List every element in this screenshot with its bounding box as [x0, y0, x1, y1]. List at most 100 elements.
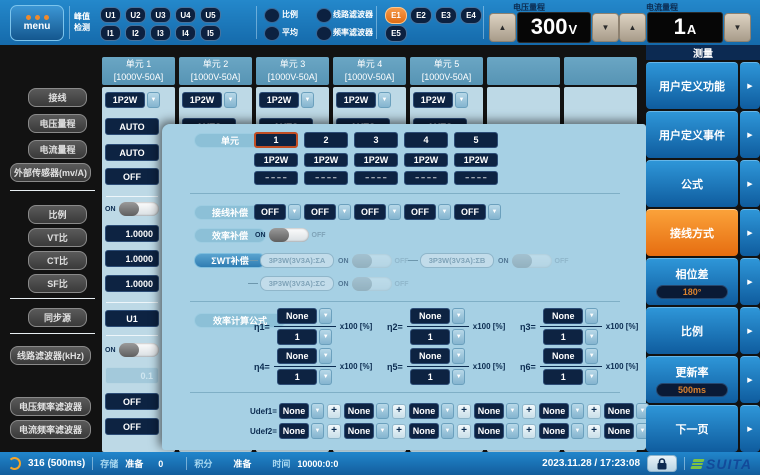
dialog-dash-4[interactable]: – – – – [404, 171, 448, 185]
unit1-wiring-dropdown[interactable]: 1P2W ▼ [105, 92, 160, 108]
dialog-wiring-2[interactable]: 1P2W [304, 153, 348, 167]
left-menu-sf-ratio[interactable]: SF比 [28, 274, 87, 293]
eta5-denominator-dropdown[interactable]: 1▼ [410, 369, 465, 385]
arrow-right-icon[interactable]: ▶ [740, 111, 760, 158]
dialog-dash-1[interactable]: – – – – [254, 171, 298, 185]
dialog-wiring-4[interactable]: 1P2W [404, 153, 448, 167]
menu-button[interactable]: menu [10, 5, 64, 41]
arrow-right-icon[interactable]: ▶ [740, 356, 760, 403]
udef1-dropdown-6[interactable]: None▼ [604, 403, 649, 419]
plus-button[interactable]: + [392, 424, 406, 439]
plus-button[interactable]: + [587, 424, 601, 439]
plus-button[interactable]: + [587, 404, 601, 419]
unit1-sync-source[interactable]: U1 [105, 310, 159, 327]
plus-button[interactable]: + [522, 404, 536, 419]
left-menu-wiring[interactable]: 接线 [28, 88, 87, 107]
toggle-switch[interactable] [119, 343, 159, 357]
right-menu-update-rate[interactable]: 更新率 500ms [646, 356, 738, 403]
unit1-ext-sensor[interactable]: OFF [105, 168, 159, 185]
arrow-right-icon[interactable]: ▶ [740, 405, 760, 452]
unit3-wiring-dropdown[interactable]: 1P2W ▼ [259, 92, 314, 108]
left-menu-scaling[interactable]: 比例 [28, 205, 87, 224]
left-menu-i-freq-filter[interactable]: 电流频率滤波器 [10, 420, 91, 439]
wiring-comp-dropdown-3[interactable]: OFF▼ [354, 204, 401, 220]
dialog-wiring-1[interactable]: 1P2W [254, 153, 298, 167]
right-menu-next-page[interactable]: 下一页 [646, 405, 738, 452]
eta2-numerator-dropdown[interactable]: None▼ [410, 308, 465, 324]
dialog-unit-4-button[interactable]: 4 [404, 132, 448, 148]
unit1-voltage-range[interactable]: AUTO [105, 118, 159, 135]
eta1-numerator-dropdown[interactable]: None▼ [277, 308, 332, 324]
voltage-range-down-button[interactable]: ▼ [592, 13, 619, 42]
current-range-down-button[interactable]: ▼ [724, 13, 751, 42]
right-menu-scaling[interactable]: 比例 [646, 307, 738, 354]
dialog-unit-5-button[interactable]: 5 [454, 132, 498, 148]
arrow-right-icon[interactable]: ▶ [740, 160, 760, 207]
eta4-numerator-dropdown[interactable]: None▼ [277, 348, 332, 364]
arrow-right-icon[interactable]: ▶ [740, 258, 760, 305]
right-menu-wiring-mode[interactable]: 接线方式 [646, 209, 738, 256]
udef1-dropdown-4[interactable]: None▼ [474, 403, 519, 419]
left-menu-ct-ratio[interactable]: CT比 [28, 251, 87, 270]
unit1-ct-ratio[interactable]: 1.0000 [105, 250, 159, 267]
toggle-switch[interactable] [119, 202, 159, 216]
udef2-dropdown-3[interactable]: None▼ [409, 423, 454, 439]
unit1-vt-ratio[interactable]: 1.0000 [105, 225, 159, 242]
arrow-right-icon[interactable]: ▶ [740, 209, 760, 256]
toggle-switch[interactable] [269, 228, 309, 242]
left-menu-u-freq-filter[interactable]: 电压频率滤波器 [10, 397, 91, 416]
udef1-dropdown-3[interactable]: None▼ [409, 403, 454, 419]
udef2-dropdown-4[interactable]: None▼ [474, 423, 519, 439]
eta2-denominator-dropdown[interactable]: 1▼ [410, 329, 465, 345]
arrow-right-icon[interactable]: ▶ [740, 307, 760, 354]
plus-button[interactable]: + [522, 424, 536, 439]
dialog-wiring-5[interactable]: 1P2W [454, 153, 498, 167]
left-menu-current-range[interactable]: 电流量程 [28, 140, 87, 159]
unit1-i-freq-filter[interactable]: OFF [105, 418, 159, 435]
current-range-up-button[interactable]: ▲ [619, 13, 646, 42]
eta1-denominator-dropdown[interactable]: 1▼ [277, 329, 332, 345]
right-menu-phase-shift[interactable]: 相位差 180° [646, 258, 738, 305]
wiring-comp-dropdown-4[interactable]: OFF▼ [404, 204, 451, 220]
right-menu-user-functions[interactable]: 用户定义功能 [646, 62, 738, 109]
dialog-unit-3-button[interactable]: 3 [354, 132, 398, 148]
udef2-dropdown-5[interactable]: None▼ [539, 423, 584, 439]
eta5-numerator-dropdown[interactable]: None▼ [410, 348, 465, 364]
unit1-line-filter-toggle[interactable]: ON [105, 343, 159, 357]
left-menu-sync-source[interactable]: 同步源 [28, 308, 87, 327]
right-menu-user-events[interactable]: 用户定义事件 [646, 111, 738, 158]
voltage-range-up-button[interactable]: ▲ [489, 13, 516, 42]
dialog-wiring-3[interactable]: 1P2W [354, 153, 398, 167]
dialog-dash-5[interactable]: – – – – [454, 171, 498, 185]
plus-button[interactable]: + [457, 404, 471, 419]
udef1-dropdown-2[interactable]: None▼ [344, 403, 389, 419]
left-menu-voltage-range[interactable]: 电压量程 [28, 114, 87, 133]
wiring-comp-dropdown-5[interactable]: OFF▼ [454, 204, 501, 220]
unit1-sf-ratio[interactable]: 1.0000 [105, 275, 159, 292]
arrow-right-icon[interactable]: ▶ [740, 62, 760, 109]
wiring-comp-dropdown-2[interactable]: OFF▼ [304, 204, 351, 220]
eta3-denominator-dropdown[interactable]: 1▼ [543, 329, 598, 345]
eta6-numerator-dropdown[interactable]: None▼ [543, 348, 598, 364]
left-menu-vt-ratio[interactable]: VT比 [28, 228, 87, 247]
left-menu-ext-sensor[interactable]: 外部传感器(mv/A) [10, 163, 91, 182]
udef2-dropdown-1[interactable]: None▼ [279, 423, 324, 439]
dialog-dash-2[interactable]: – – – – [304, 171, 348, 185]
plus-button[interactable]: + [392, 404, 406, 419]
efficiency-comp-toggle[interactable]: ON OFF [255, 228, 326, 242]
left-menu-line-filter[interactable]: 线路滤波器(kHz) [10, 346, 91, 365]
lock-button[interactable] [647, 455, 677, 472]
eta4-denominator-dropdown[interactable]: 1▼ [277, 369, 332, 385]
udef2-dropdown-2[interactable]: None▼ [344, 423, 389, 439]
plus-button[interactable]: + [327, 404, 341, 419]
dialog-unit-2-button[interactable]: 2 [304, 132, 348, 148]
dialog-dash-3[interactable]: – – – – [354, 171, 398, 185]
unit2-wiring-dropdown[interactable]: 1P2W ▼ [182, 92, 237, 108]
udef1-dropdown-1[interactable]: None▼ [279, 403, 324, 419]
eta3-numerator-dropdown[interactable]: None▼ [543, 308, 598, 324]
unit4-wiring-dropdown[interactable]: 1P2W ▼ [336, 92, 391, 108]
udef1-dropdown-5[interactable]: None▼ [539, 403, 584, 419]
plus-button[interactable]: + [327, 424, 341, 439]
unit5-wiring-dropdown[interactable]: 1P2W ▼ [413, 92, 468, 108]
wiring-comp-dropdown-1[interactable]: OFF▼ [254, 204, 301, 220]
